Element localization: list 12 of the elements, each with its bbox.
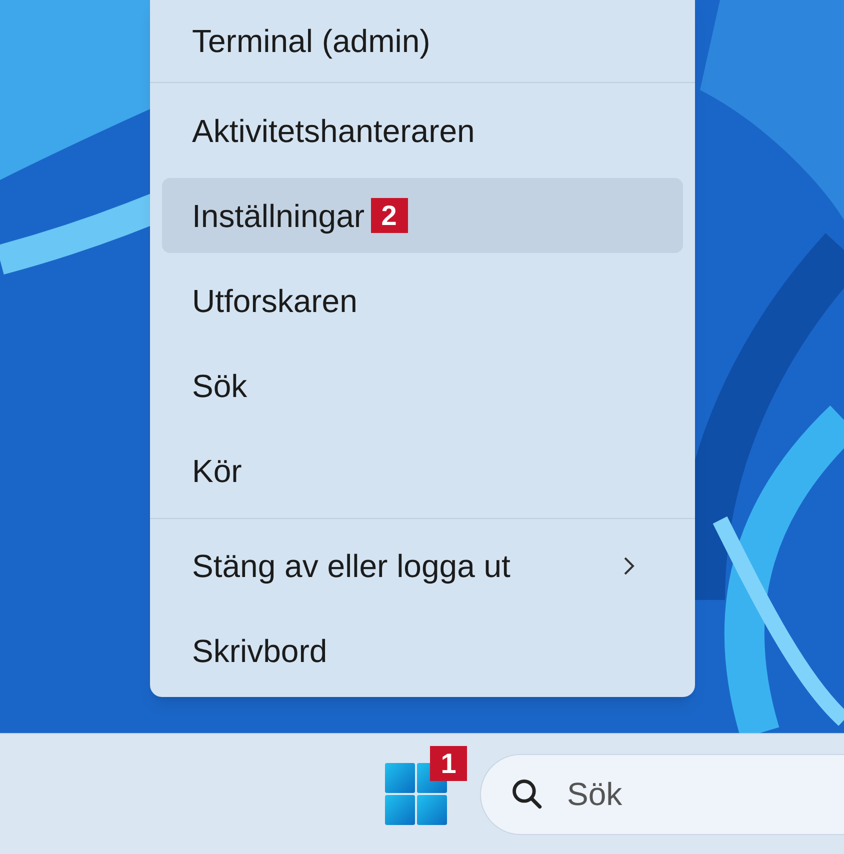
search-field[interactable]: Sök (480, 754, 844, 834)
menu-item[interactable]: Sök (162, 348, 683, 423)
number-marker: 2 (370, 198, 408, 233)
menu-item[interactable]: Kör (162, 433, 683, 508)
menu-item[interactable]: Utforskaren (162, 263, 683, 338)
menu-item[interactable]: Skrivbord (162, 613, 683, 688)
menu-item[interactable]: Inställningar 2 (162, 178, 683, 253)
menu-item[interactable]: Aktivitetshanteraren (162, 93, 683, 168)
search-icon (510, 776, 544, 810)
number-marker: 1 (430, 746, 467, 781)
menu-item[interactable]: Terminal (admin) (162, 3, 683, 78)
menu-item[interactable]: Stäng av eller logga ut (162, 528, 683, 603)
